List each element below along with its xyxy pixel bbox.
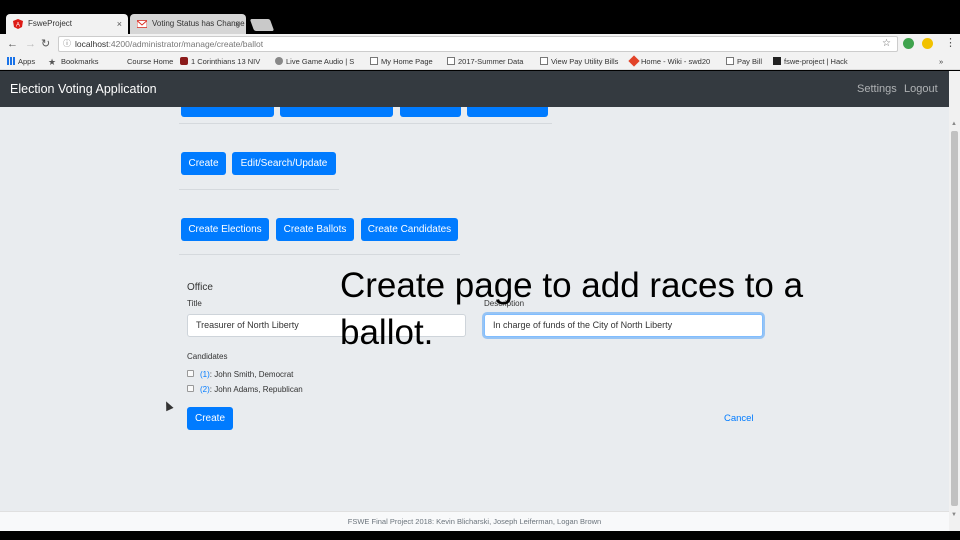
page-footer: FSWE Final Project 2018: Kevin Blicharsk… — [0, 511, 949, 531]
nav-logout-link[interactable]: Logout — [904, 71, 938, 107]
scroll-down-icon[interactable]: ▼ — [951, 512, 957, 518]
scrolled-button[interactable] — [181, 107, 274, 117]
create-ballots-button[interactable]: Create Ballots — [276, 218, 354, 241]
gmail-icon — [137, 20, 147, 28]
candidate-item: (1): John Smith, Democrat — [200, 370, 293, 379]
bookmark-my-home-page[interactable]: My Home Page — [370, 54, 433, 70]
candidate-text: : John Adams, Republican — [209, 385, 303, 394]
bible-icon — [180, 57, 188, 65]
forward-arrow-icon[interactable]: → — [25, 37, 36, 51]
bookmark-corinthians[interactable]: 1 Corinthians 13 NIV — [180, 54, 260, 70]
bookmark-label: View Pay Utility Bills — [551, 57, 619, 66]
url-path: :4200/administrator/manage/create/ballot — [108, 39, 264, 49]
gitlab-icon — [628, 55, 640, 67]
audio-icon — [275, 57, 283, 65]
bookmark-utility-bills[interactable]: View Pay Utility Bills — [540, 54, 618, 70]
bookmark-summer-data[interactable]: 2017-Summer Data — [447, 54, 523, 70]
browser-tab-active[interactable]: A FsweProject × — [6, 14, 128, 34]
divider — [179, 254, 460, 255]
cancel-link[interactable]: Cancel — [724, 413, 754, 424]
scrollbar-thumb[interactable] — [951, 131, 958, 506]
nav-settings-link[interactable]: Settings — [857, 71, 897, 107]
bookmark-apps[interactable]: Apps — [7, 54, 35, 70]
create-elections-button[interactable]: Create Elections — [181, 218, 269, 241]
create-candidates-button[interactable]: Create Candidates — [361, 218, 458, 241]
video-caption: Create page to add races to a ballot. — [340, 266, 804, 352]
page-icon — [726, 57, 734, 65]
back-arrow-icon[interactable]: ← — [7, 37, 18, 51]
page-icon — [370, 57, 378, 65]
bookmarks-overflow-icon[interactable]: » — [939, 54, 943, 70]
bookmark-star-icon[interactable]: ☆ — [882, 37, 891, 51]
bookmark-course-home[interactable]: Course Home — [116, 54, 173, 70]
tab-close-icon[interactable]: × — [235, 14, 240, 34]
bookmark-live-game-audio[interactable]: Live Game Audio | S — [275, 54, 354, 70]
bookmark-label: Bookmarks — [61, 57, 99, 66]
edit-search-update-button[interactable]: Edit/Search/Update — [232, 152, 336, 175]
scroll-up-icon[interactable]: ▲ — [951, 121, 957, 127]
screenshot-stage: A FsweProject × Voting Status has Change… — [0, 0, 960, 540]
bookmark-label: 2017-Summer Data — [458, 57, 524, 66]
bookmark-label: Pay Bill — [737, 57, 763, 66]
extension-check-icon[interactable] — [903, 38, 914, 49]
page-icon — [540, 57, 548, 65]
bookmark-label: Apps — [18, 57, 36, 66]
hackmd-icon — [773, 57, 781, 65]
bookmark-fswe-project[interactable]: fswe-project | Hack — [773, 54, 848, 70]
candidates-label: Candidates — [187, 352, 228, 361]
blank-icon — [116, 57, 124, 65]
office-section-title: Office — [187, 282, 213, 293]
title-label: Title — [187, 299, 202, 308]
bookmark-label: My Home Page — [381, 57, 433, 66]
candidate-text: : John Smith, Democrat — [209, 370, 294, 379]
app-brand[interactable]: Election Voting Application — [10, 71, 157, 107]
new-tab-button[interactable] — [249, 19, 275, 31]
divider — [179, 123, 552, 124]
extension-cloud-icon[interactable] — [922, 38, 933, 49]
browser-toolbar: ← → ↻ ⓘ localhost:4200/administrator/man… — [0, 34, 960, 54]
bookmarks-bar: Apps ★ Bookmarks Course Home 1 Corinthian… — [0, 54, 960, 70]
page-icon — [447, 57, 455, 65]
scrolled-button[interactable] — [400, 107, 461, 117]
create-button[interactable]: Create — [181, 152, 226, 175]
divider — [179, 189, 339, 190]
bookmark-label: Live Game Audio | S — [286, 57, 355, 66]
tab-close-icon[interactable]: × — [117, 14, 122, 34]
bookmark-label: 1 Corinthians 13 NIV — [191, 57, 261, 66]
candidate-checkbox[interactable] — [187, 385, 194, 392]
browser-menu-icon[interactable]: ⋮ — [945, 36, 956, 49]
bookmark-label: fswe-project | Hack — [784, 57, 848, 66]
candidate-number: (1) — [200, 370, 210, 379]
tab-label: FsweProject — [28, 19, 73, 28]
bookmark-label: Home - Wiki - swd20 — [641, 57, 711, 66]
form-create-button[interactable]: Create — [187, 407, 233, 430]
app-navbar: Election Voting Application Settings Log… — [0, 71, 949, 107]
reload-icon[interactable]: ↻ — [41, 37, 50, 51]
browser-tab-inactive[interactable]: Voting Status has Change × — [130, 14, 246, 34]
svg-text:A: A — [16, 23, 20, 29]
url-host: localhost — [75, 39, 109, 49]
browser-tab-strip: A FsweProject × Voting Status has Change… — [0, 12, 960, 34]
bookmark-bookmarks[interactable]: ★ Bookmarks — [48, 54, 99, 70]
candidate-checkbox[interactable] — [187, 370, 194, 377]
apps-grid-icon — [7, 57, 15, 65]
star-icon: ★ — [48, 57, 57, 67]
page-scrollbar[interactable]: ▲ ▼ — [949, 71, 960, 531]
scrolled-button[interactable] — [280, 107, 393, 117]
address-bar[interactable]: ⓘ localhost:4200/administrator/manage/cr… — [58, 36, 898, 52]
info-icon: ⓘ — [63, 39, 71, 48]
scrolled-button[interactable] — [467, 107, 548, 117]
tab-label: Voting Status has Change — [152, 19, 245, 28]
candidate-number: (2) — [200, 385, 210, 394]
bookmark-label: Course Home — [127, 57, 174, 66]
candidate-item: (2): John Adams, Republican — [200, 385, 303, 394]
bookmark-pay-bill[interactable]: Pay Bill — [726, 54, 762, 70]
bookmark-wiki[interactable]: Home - Wiki - swd20 — [628, 54, 711, 70]
angular-icon: A — [13, 19, 23, 29]
